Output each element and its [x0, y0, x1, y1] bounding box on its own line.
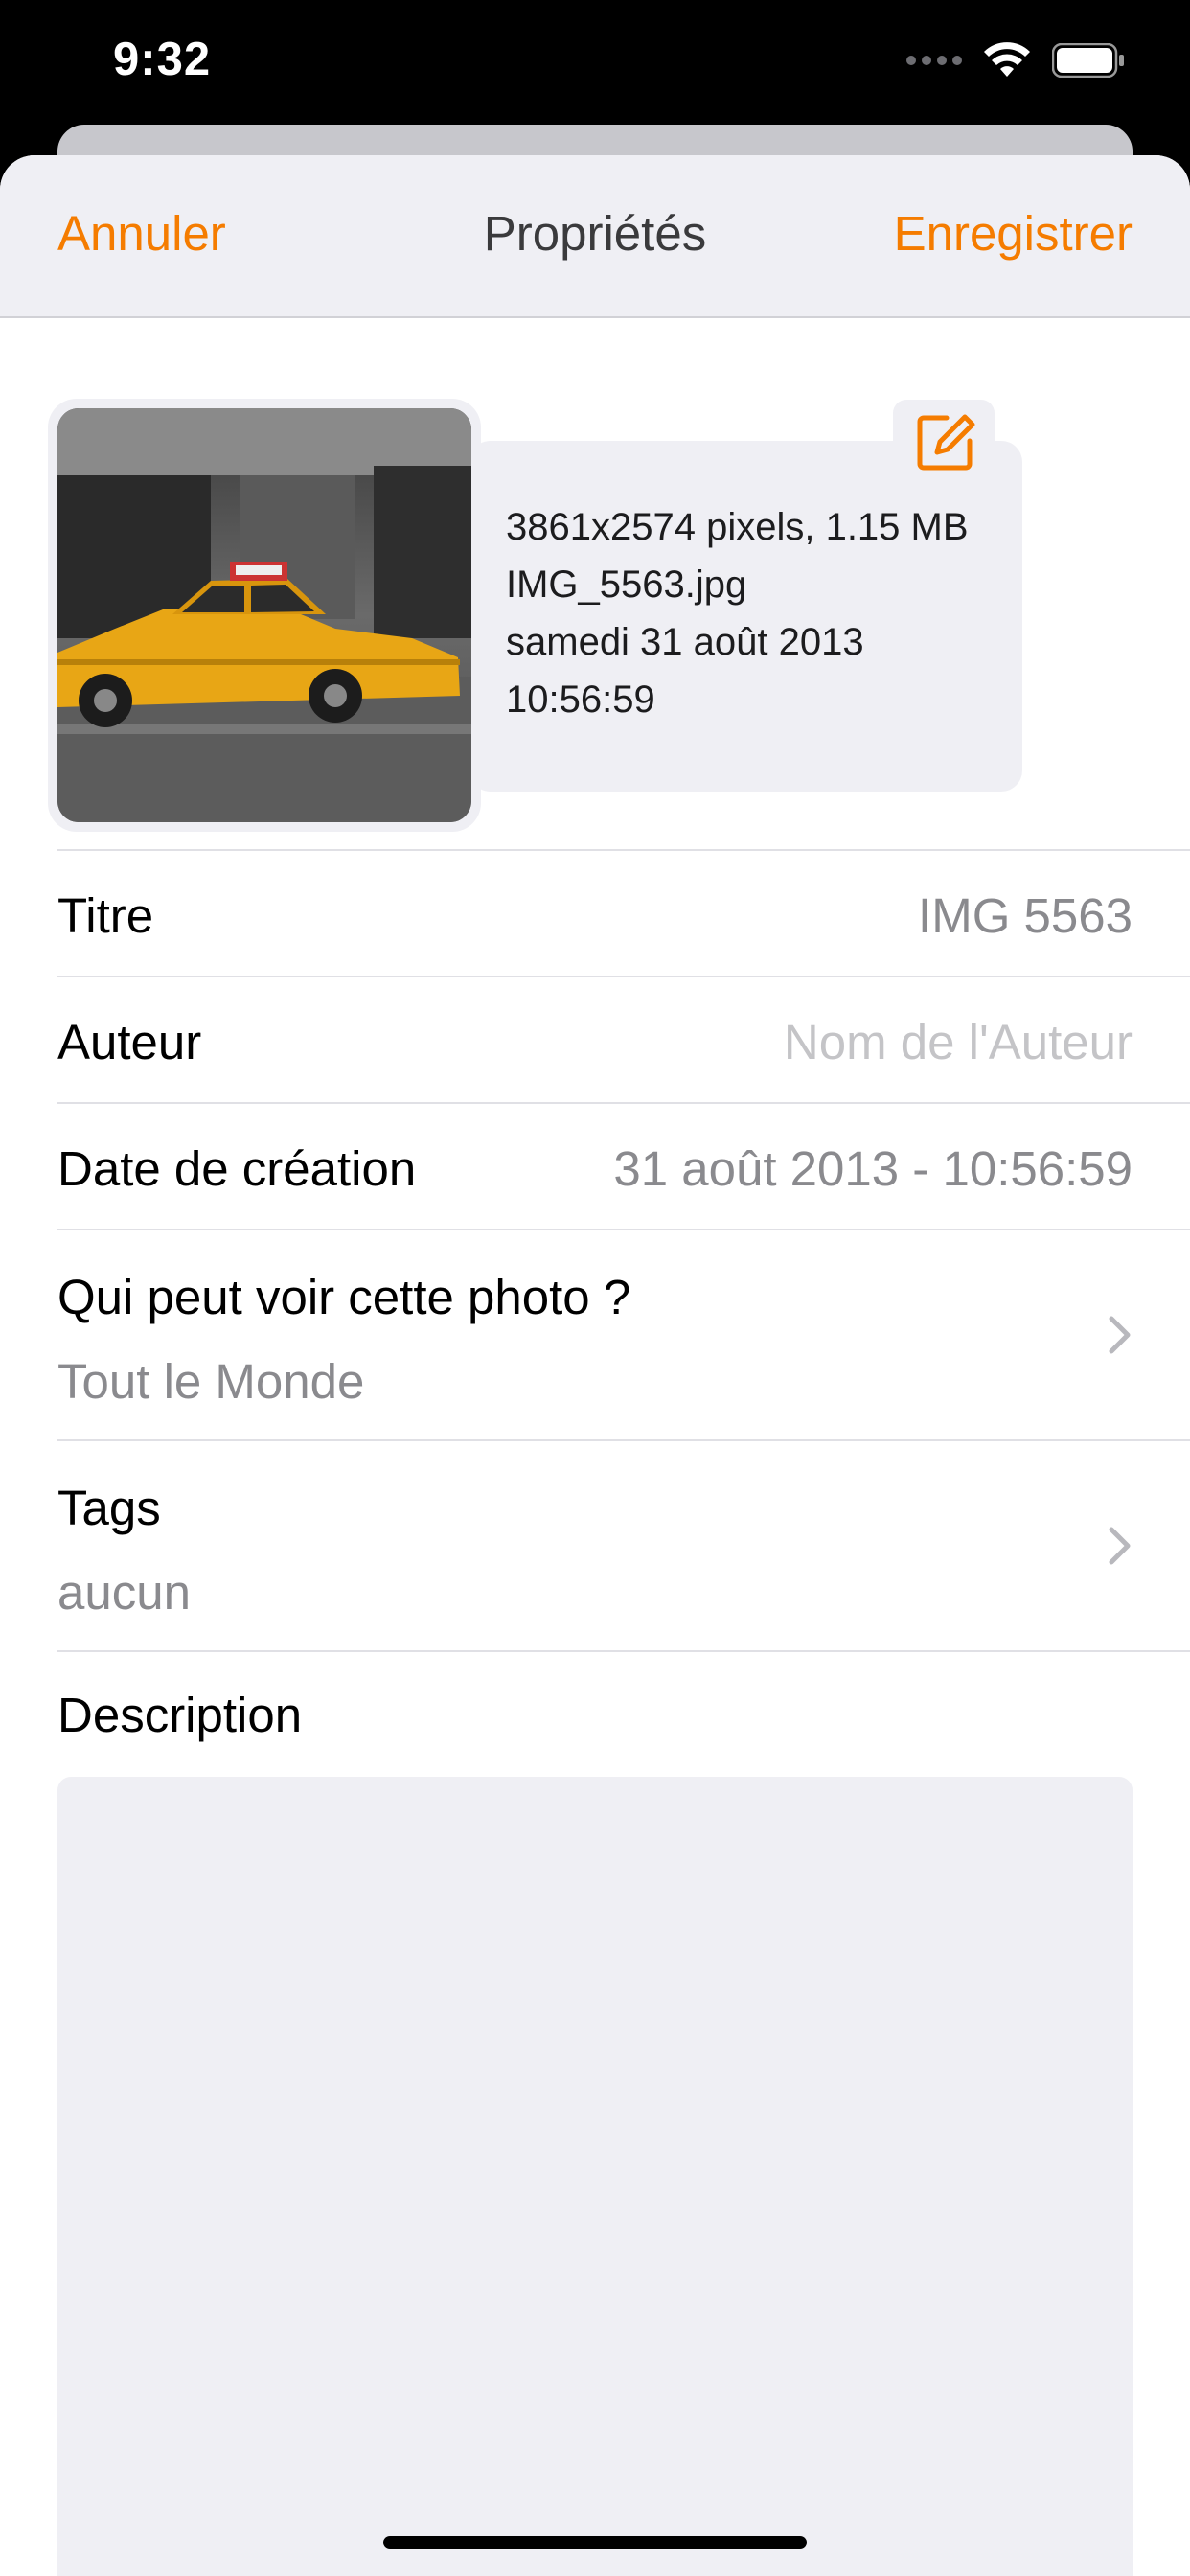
cellular-signal-icon — [906, 56, 962, 65]
wifi-icon — [984, 42, 1030, 77]
creation-date-label: Date de création — [57, 1141, 417, 1196]
tags-value: aucun — [57, 1565, 191, 1620]
photo-date: samedi 31 août 2013 — [506, 621, 864, 663]
title-value[interactable]: IMG 5563 — [918, 887, 1133, 944]
chevron-right-icon — [1109, 1527, 1131, 1565]
visibility-label: Qui peut voir cette photo ? — [57, 1270, 631, 1324]
creation-date-value[interactable]: 31 août 2013 - 10:56:59 — [613, 1140, 1133, 1197]
title-row[interactable]: Titre IMG 5563 — [57, 849, 1190, 976]
status-time: 9:32 — [113, 34, 212, 85]
photo-time: 10:56:59 — [506, 678, 655, 721]
author-label: Auteur — [57, 1015, 202, 1070]
save-button[interactable]: Enregistrer — [894, 205, 1133, 262]
tags-label: Tags — [57, 1481, 161, 1535]
title-label: Titre — [57, 888, 154, 943]
battery-icon — [1052, 43, 1124, 78]
navigation-bar: Annuler Propriétés Enregistrer — [0, 155, 1190, 318]
photo-thumbnail[interactable] — [57, 408, 471, 822]
status-icons — [906, 42, 1125, 79]
photo-metadata: 3861x2574 pixels, 1.15 MB IMG_5563.jpg s… — [506, 498, 969, 728]
description-label: Description — [57, 1688, 303, 1742]
author-input[interactable]: Nom de l'Auteur — [784, 1014, 1133, 1070]
status-bar: 9:32 — [0, 0, 1190, 125]
visibility-value: Tout le Monde — [57, 1354, 365, 1409]
photo-filename: IMG_5563.jpg — [506, 564, 747, 606]
chevron-right-icon — [1109, 1316, 1131, 1354]
divider — [57, 1650, 1190, 1652]
properties-sheet: Annuler Propriétés Enregistrer 3861x2574… — [0, 155, 1190, 2576]
author-row[interactable]: Auteur Nom de l'Auteur — [57, 976, 1190, 1102]
visibility-row[interactable]: Qui peut voir cette photo ? Tout le Mond… — [57, 1229, 1190, 1439]
creation-date-row[interactable]: Date de création 31 août 2013 - 10:56:59 — [57, 1102, 1190, 1229]
photo-dimensions-size: 3861x2574 pixels, 1.15 MB — [506, 506, 969, 548]
tags-row[interactable]: Tags aucun — [57, 1439, 1190, 1650]
home-indicator[interactable] — [383, 2536, 807, 2549]
description-textarea[interactable] — [57, 1777, 1133, 2576]
edit-icon[interactable] — [914, 410, 977, 473]
